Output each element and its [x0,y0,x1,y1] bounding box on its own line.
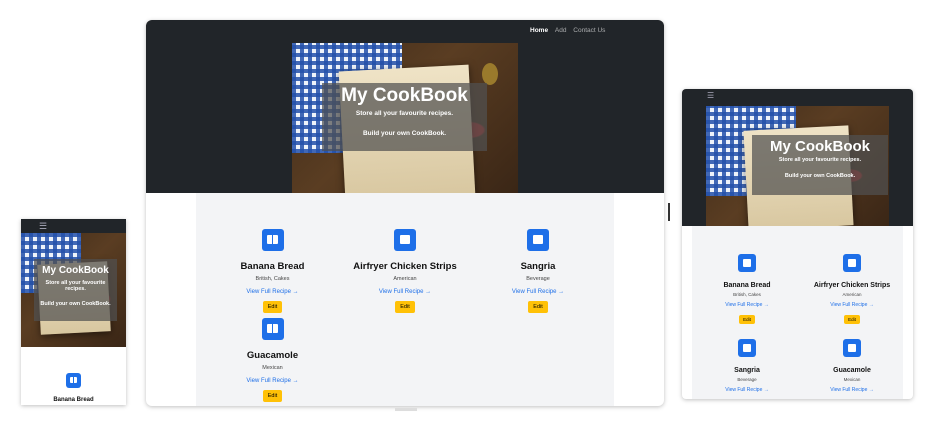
view-recipe-link[interactable]: View Full Recipe → [475,289,601,295]
recipe-card: Banana Bread British, Cakes View Full Re… [692,254,802,326]
edit-button[interactable]: Edit [262,390,283,402]
recipe-title: Banana Bread [53,397,94,403]
recipe-title: Banana Bread [240,261,305,272]
recipe-list: Banana Bread [21,347,126,405]
recipe-card: Sangria Beverage View Full Recipe → Edit [692,339,802,399]
hamburger-icon[interactable]: ☰ [707,91,714,100]
hero-tagline-1: Store all your favourite recipes. [355,110,454,117]
recipe-tags: American [842,292,862,297]
book-icon [527,229,549,251]
nav-add[interactable]: Add [555,27,567,34]
hero-tagline-1: Store all your favourite recipes. [778,157,862,163]
view-recipe-link[interactable]: View Full Recipe → [342,289,468,295]
recipe-card: Guacamole Mexican View Full Recipe → Edi… [210,318,335,402]
book-icon [261,229,284,251]
recipe-card: Airfryer Chicken Strips American View Fu… [802,254,902,326]
mobile-preview: ☰ My CookBook Store all your favourite r… [21,219,126,405]
tablet-preview: ☰ My CookBook Store all your favourite r… [682,89,913,399]
recipe-title: Airfryer Chicken Strips [353,261,457,272]
hero-tagline-2: Build your own CookBook. [784,173,856,179]
edit-button[interactable]: Edit [395,301,415,313]
view-recipe-link[interactable]: View Full Recipe → [692,302,802,308]
recipe-title: Banana Bread [723,282,771,289]
hero-overlay: My CookBook Store all your favourite rec… [34,259,117,321]
view-recipe-link[interactable]: View Full Recipe → [210,378,335,384]
recipe-card: Sangria Beverage View Full Recipe → Edit [475,229,601,313]
recipe-tags: Beverage [737,377,757,382]
book-icon [843,339,861,357]
recipe-tags: Mexican [262,365,283,371]
hero-overlay: My CookBook Store all your favourite rec… [752,135,888,195]
nav-home[interactable]: Home [530,27,548,34]
navbar: ☰ My CookBook Store all your favourite r… [21,219,126,347]
recipe-card: Guacamole Mexican View Full Recipe → Edi… [802,339,902,399]
recipe-card: Banana Bread British, Cakes View Full Re… [210,229,335,313]
recipe-tags: Beverage [526,276,550,282]
book-icon [738,339,756,357]
hero-title: My CookBook [42,265,109,276]
hero-title: My CookBook [341,85,468,106]
recipe-card: Airfryer Chicken Strips American View Fu… [342,229,468,313]
recipe-card: Banana Bread [21,373,126,403]
view-recipe-link[interactable]: View Full Recipe → [210,289,335,295]
hamburger-icon[interactable]: ☰ [39,221,47,232]
recipe-tags: American [393,276,417,282]
frame-bottom-handle[interactable] [395,408,417,411]
recipe-list: Banana Bread British, Cakes View Full Re… [196,193,614,406]
recipe-list: Banana Bread British, Cakes View Full Re… [692,226,903,399]
recipe-title: Sangria [734,367,760,374]
view-recipe-link[interactable]: View Full Recipe → [692,387,802,393]
recipe-title: Guacamole [833,367,871,374]
hero-tagline-2: Build your own CookBook. [40,301,111,307]
recipe-title: Airfryer Chicken Strips [813,282,891,289]
book-icon [843,254,861,272]
nav-contact[interactable]: Contact Us [573,27,605,34]
hero-title: My CookBook [769,138,870,155]
navbar: ☰ My CookBook Store all your favourite r… [682,89,913,226]
edit-button[interactable]: Edit [528,301,548,313]
book-icon [394,229,416,251]
view-recipe-link[interactable]: View Full Recipe → [802,302,902,308]
recipe-tags: Mexican [843,377,861,382]
recipe-title: Sangria [520,261,556,272]
recipe-tags: British, Cakes [255,276,290,282]
book-icon [261,318,284,340]
frame-scroll-handle[interactable] [668,203,670,221]
hero-overlay: My CookBook Store all your favourite rec… [322,83,487,151]
spoon [482,63,498,85]
recipe-tags: British, Cakes [733,292,761,297]
navbar: Home Add Contact Us My CookBook Store al… [146,20,664,193]
book-icon [738,254,756,272]
edit-button[interactable]: Edit [739,315,755,324]
edit-button[interactable]: Edit [844,315,860,324]
recipe-title: Guacamole [246,350,299,361]
nav-links: Home Add Contact Us [525,27,605,34]
desktop-preview: Home Add Contact Us My CookBook Store al… [146,20,664,406]
hero-tagline-2: Build your own CookBook. [362,130,447,137]
edit-button[interactable]: Edit [262,301,283,313]
hero-tagline-1: Store all your favourite recipes. [45,280,106,292]
view-recipe-link[interactable]: View Full Recipe → [802,387,902,393]
book-icon [66,373,81,388]
